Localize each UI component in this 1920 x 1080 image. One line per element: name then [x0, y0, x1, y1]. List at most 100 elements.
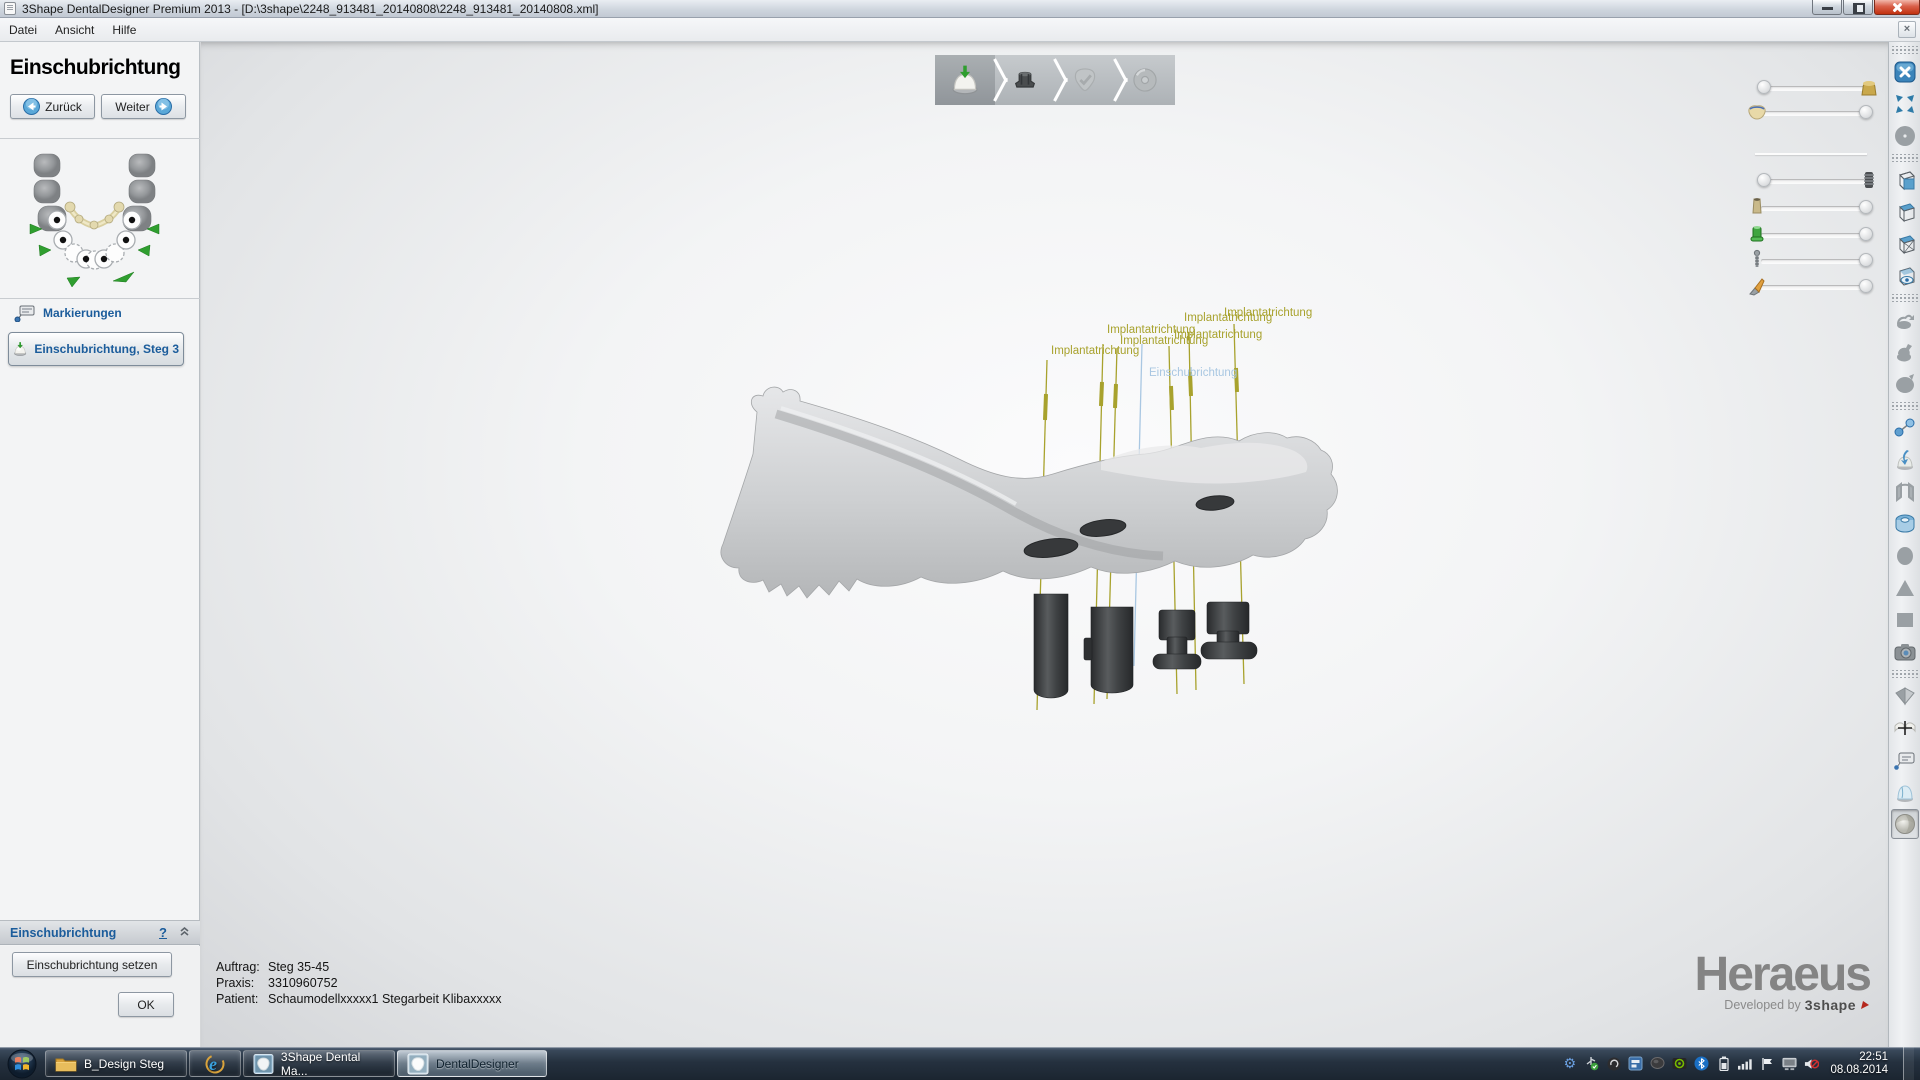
undercut-tool-button[interactable]	[1891, 305, 1919, 335]
menu-hilfe[interactable]: Hilfe	[103, 20, 145, 40]
volume-muted-icon[interactable]	[1804, 1056, 1819, 1071]
sync-app-icon[interactable]	[1606, 1056, 1621, 1071]
collapse-chevron-icon[interactable]	[179, 926, 190, 940]
order-info: Auftrag:Steg 35-45 Praxis:3310960752 Pat…	[216, 959, 501, 1007]
scan-model-canvas[interactable]	[201, 42, 1888, 1047]
usb-safely-remove-icon[interactable]	[1584, 1056, 1599, 1071]
workspace-close-button[interactable]: ×	[1898, 21, 1916, 38]
view-prism-button[interactable]	[1891, 681, 1919, 711]
slider-track[interactable]	[1761, 86, 1867, 90]
close-button[interactable]	[1874, 0, 1920, 15]
back-button[interactable]: Zurück	[10, 94, 95, 119]
network-signal-icon[interactable]	[1738, 1056, 1753, 1071]
zoom-ball-button[interactable]	[1891, 121, 1919, 151]
slider-track[interactable]	[1761, 233, 1867, 237]
direction-indicator-button[interactable]	[1891, 445, 1919, 475]
folder-icon	[55, 1055, 77, 1073]
viewport-3d[interactable]: Implantatrichtung Implantatrichtung Impl…	[201, 42, 1888, 1047]
slider-handle[interactable]	[1859, 200, 1873, 214]
slider-handle[interactable]	[1859, 279, 1873, 293]
help-link[interactable]: ?	[159, 925, 167, 940]
divider	[0, 298, 200, 299]
set-insertion-direction-label: Einschubrichtung setzen	[27, 958, 158, 972]
slider-handle[interactable]	[1859, 253, 1873, 267]
ok-button[interactable]: OK	[118, 992, 174, 1017]
taskbar-clock[interactable]: 22:51 08.08.2014	[1826, 1051, 1896, 1077]
tool-panel-header[interactable]: Einschubrichtung ?	[0, 920, 200, 945]
taskbar-button-dentaldesigner[interactable]: DentalDesigner	[397, 1050, 547, 1077]
taskbar-button-internet-explorer[interactable]: e	[189, 1050, 241, 1077]
measure-distance-button[interactable]	[1891, 413, 1919, 443]
system-tray: ⚙	[1562, 1047, 1920, 1080]
battery-icon[interactable]	[1716, 1056, 1731, 1071]
title-bar[interactable]: 3Shape DentalDesigner Premium 2013 - [D:…	[0, 0, 1920, 18]
view-cube-side-button[interactable]	[1891, 229, 1919, 259]
taskbar-button-3shape-dental-manager[interactable]: 3Shape Dental Ma...	[243, 1050, 395, 1077]
expand-view-button[interactable]	[1891, 89, 1919, 119]
input-language-icon[interactable]	[1628, 1056, 1643, 1071]
screenshot-camera-button[interactable]	[1891, 637, 1919, 667]
shape-ellipse-button[interactable]	[1891, 541, 1919, 571]
slider-track[interactable]	[1761, 285, 1867, 289]
toolbar-grip[interactable]	[1892, 402, 1918, 410]
menu-datei[interactable]: Datei	[0, 20, 46, 40]
toolbar-grip[interactable]	[1892, 46, 1918, 54]
annotation-button[interactable]	[1891, 745, 1919, 775]
implant-screw-icon	[1857, 168, 1881, 192]
toolbar-grip[interactable]	[1892, 154, 1918, 162]
blockout-tool-button[interactable]	[1891, 369, 1919, 399]
touchpad-icon[interactable]	[1650, 1056, 1665, 1071]
slider-divider	[1755, 153, 1867, 155]
taskbar-button-label: B_Design Steg	[84, 1057, 164, 1071]
nvidia-settings-icon[interactable]	[1672, 1056, 1687, 1071]
slider-handle[interactable]	[1859, 105, 1873, 119]
action-center-flag-icon[interactable]	[1760, 1056, 1775, 1071]
show-desktop-button[interactable]	[1903, 1047, 1914, 1080]
taskbar-button-folder[interactable]: B_Design Steg	[45, 1050, 187, 1077]
slider-handle[interactable]	[1859, 227, 1873, 241]
bluetooth-icon[interactable]	[1694, 1056, 1709, 1071]
abutment-direction-icon	[950, 65, 980, 95]
next-button[interactable]: Weiter	[101, 94, 186, 119]
praxis-label: Praxis:	[216, 975, 268, 991]
back-button-label: Zurück	[45, 100, 82, 114]
slider-track[interactable]	[1761, 179, 1867, 183]
view-cube-top-button[interactable]	[1891, 197, 1919, 227]
slider-track[interactable]	[1761, 111, 1867, 115]
start-button[interactable]	[0, 1047, 44, 1080]
view-cube-front-button[interactable]	[1891, 165, 1919, 195]
clamp-tool-button[interactable]	[1891, 477, 1919, 507]
slider-screw	[1749, 247, 1879, 273]
slider-track[interactable]	[1761, 206, 1867, 210]
shape-triangle-button[interactable]	[1891, 573, 1919, 603]
slider-handle[interactable]	[1757, 173, 1771, 187]
set-insertion-direction-button[interactable]: Einschubrichtung setzen	[12, 952, 172, 977]
settings-gear-icon[interactable]: ⚙	[1562, 1056, 1577, 1071]
toolbar-grip[interactable]	[1892, 670, 1918, 678]
abutment-view-button[interactable]	[1891, 777, 1919, 807]
sidebar-item-markierungen[interactable]: Markierungen	[14, 304, 122, 322]
implant-analogs[interactable]	[1034, 594, 1257, 698]
toolbar-grip[interactable]	[1892, 294, 1918, 302]
close-view-button[interactable]	[1891, 57, 1919, 87]
sidebar-item-einschubrichtung-steg[interactable]: Einschubrichtung, Steg 3	[8, 332, 184, 366]
minimize-button[interactable]	[1812, 0, 1842, 15]
shape-rectangle-button[interactable]	[1891, 605, 1919, 635]
undercut-tool-2-button[interactable]	[1891, 337, 1919, 367]
measure-tape-button[interactable]	[1891, 509, 1919, 539]
application-window: 3Shape DentalDesigner Premium 2013 - [D:…	[0, 0, 1920, 1080]
slider-track[interactable]	[1761, 259, 1867, 263]
slider-handle[interactable]	[1757, 80, 1771, 94]
view-cube-eye-button[interactable]	[1891, 261, 1919, 291]
articulator-button[interactable]	[1891, 713, 1919, 743]
tooth-overview-diagram[interactable]	[12, 146, 177, 294]
screw-icon	[1745, 248, 1769, 272]
implant-direction-label: Implantatrichtung	[1174, 329, 1262, 341]
tooth-icon	[1745, 100, 1769, 124]
menu-ansicht[interactable]: Ansicht	[46, 20, 103, 40]
display-settings-icon[interactable]	[1782, 1056, 1797, 1071]
restore-button[interactable]	[1843, 0, 1873, 15]
workflow-step-insertion-direction[interactable]	[935, 55, 995, 105]
jaw-scan-model[interactable]	[721, 387, 1337, 598]
insertion-direction-view-button[interactable]	[1891, 809, 1919, 839]
